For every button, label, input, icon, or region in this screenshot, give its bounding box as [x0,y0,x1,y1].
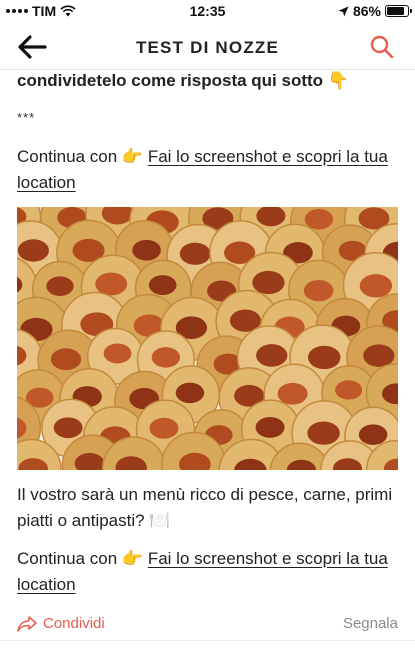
page-title: TEST DI NOZZE [135,38,280,57]
sausage-slice [307,421,340,445]
sausage-slice [359,274,393,298]
battery-level [387,7,405,15]
sausage-slice [304,208,334,230]
sausage-slice [17,239,49,262]
share-button[interactable]: Condividi [17,615,105,632]
sausage-slice [358,424,388,445]
share-arrow-icon [17,615,37,632]
battery-percent: 86% [352,3,381,19]
sausage-slice [303,279,334,302]
header: TEST DI NOZZE [0,24,415,70]
post-lead-text: condividetelo come risposta qui sotto 👇 [17,71,349,91]
sausage-slice [95,272,128,296]
status-bar: TIM 12:35 86% [0,0,415,24]
sausage-slice [132,239,161,261]
sausage-slice [255,416,285,438]
sausage-slice [46,276,74,297]
location-arrow-icon [338,6,349,16]
battery-icon [385,5,412,17]
sausage-slice [335,380,363,400]
sausage-slice [149,417,179,439]
sausage-slice [103,343,132,364]
separator-text: *** [17,110,36,125]
sausage-slice [53,417,83,439]
sausage-slice [277,382,308,405]
sausage-slice [175,382,205,404]
continue-paragraph-2: Continua con 👉 Fai lo screenshot e scopr… [17,549,388,594]
menu-question-paragraph: Il vostro sarà un menù ricco di pesce, c… [17,485,393,531]
pointing-right-emoji: 👉 [121,549,144,569]
sausage-slice [151,347,181,368]
food-photo [17,207,398,470]
post-actions: Condividi Segnala [0,612,415,636]
sausage-slice [307,345,341,370]
search-icon[interactable] [369,34,395,60]
status-right: 86% [338,3,412,19]
sausage-slice [179,242,211,265]
continue-paragraph-1: Continua con 👉 Fai lo screenshot e scopr… [17,147,388,192]
pointing-down-emoji: 👇 [327,71,349,91]
sausage-slice [256,344,288,367]
pointing-right-emoji: 👉 [121,147,144,167]
report-button[interactable]: Segnala [343,615,398,632]
sausage-slice [252,270,285,295]
sausage-slice [148,275,177,296]
divider [0,640,415,641]
sausage-slice [50,348,82,371]
share-label: Condividi [43,615,105,632]
plate-cutlery-emoji: 🍽️ [149,511,171,531]
sausage-slice [363,344,395,367]
